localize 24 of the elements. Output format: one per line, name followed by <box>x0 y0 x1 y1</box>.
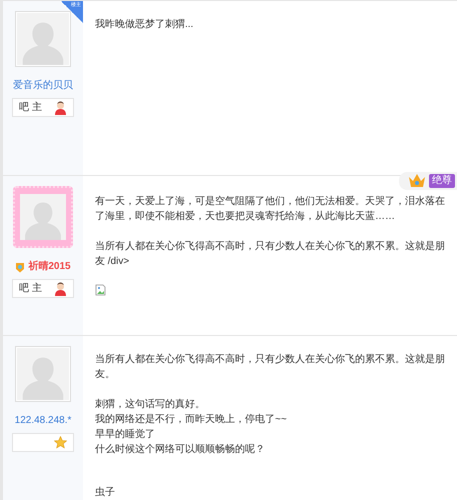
author-name[interactable]: 爱音乐的贝贝 <box>13 81 73 91</box>
person-icon <box>54 100 67 114</box>
post-text: 当所有人都在关心你飞得高不高时，只有少数人在关心你飞的累不累。这就是朋友 /div> <box>95 240 446 269</box>
avatar[interactable] <box>15 11 71 67</box>
post-text: 当所有人都在关心你飞得高不高时，只有少数人在关心你飞的累不累。这就是朋友。 <box>95 352 446 382</box>
person-icon <box>54 282 67 296</box>
star-icon <box>54 436 67 449</box>
author-name: 122.48.248.* <box>14 416 72 426</box>
post-text: 早早的睡觉了 <box>95 428 156 442</box>
avatar[interactable] <box>15 346 71 402</box>
vip-badge: 绝尊 <box>429 174 455 188</box>
post-text: 什么时候这个网络可以顺顺畅畅的呢？ <box>95 442 266 457</box>
crown-icon <box>407 173 427 189</box>
post-text: 有一天，天爱上了海，可是空气阻隔了他们，他们无法相爱。天哭了，泪水落在了海里，即使不能相爱，天也要把灵魂寄托给海，从此海比天蓝…… <box>95 194 446 224</box>
role-label: 吧 主 <box>19 282 42 296</box>
medal-icon <box>15 262 26 272</box>
author-name[interactable]: 祈晴2015 <box>28 262 71 272</box>
broken-image-icon <box>95 284 106 296</box>
role-label: 吧 主 <box>19 100 42 115</box>
avatar[interactable] <box>13 186 73 248</box>
signature: 虫子 <box>95 486 116 500</box>
post-text: 我昨晚做恶梦了刺猬... <box>95 18 194 32</box>
post-text: 我的网络还是不行，而昨天晚上，停电了~~ <box>95 412 288 427</box>
post-text: 刺猬，这句话写的真好。 <box>95 398 206 412</box>
